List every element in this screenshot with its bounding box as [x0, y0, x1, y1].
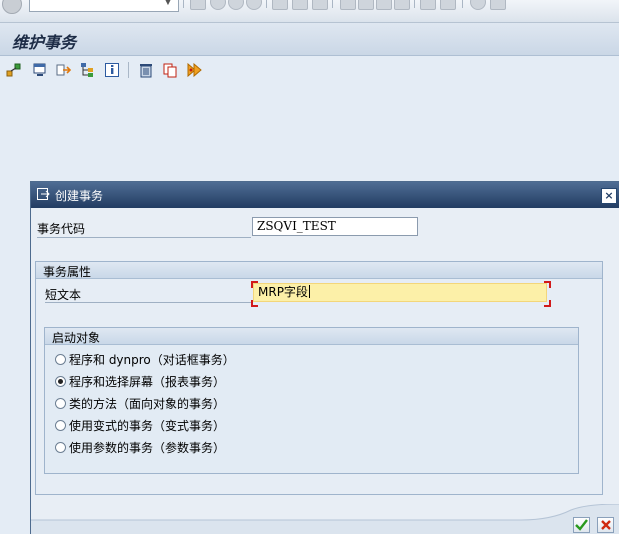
last-page-icon[interactable]: [394, 0, 410, 10]
print-icon[interactable]: [272, 0, 288, 10]
back-icon[interactable]: [210, 0, 226, 10]
delete-icon[interactable]: [138, 62, 154, 78]
other-object-icon[interactable]: [6, 62, 22, 78]
radio-button[interactable]: [55, 441, 66, 453]
radio-label: 程序和 dynpro（对话框事务）: [69, 352, 235, 367]
label-underline: [45, 302, 252, 303]
confirm-icon: [575, 519, 588, 531]
toolbar-separator: [332, 0, 333, 8]
dialog-header: 创建事务 ×: [31, 182, 619, 208]
dialog-footer-decoration: [31, 504, 619, 534]
required-marker: [544, 281, 551, 288]
previous-page-icon[interactable]: [358, 0, 374, 10]
cancel-button[interactable]: [597, 517, 614, 533]
layout-icon[interactable]: [490, 0, 506, 10]
start-object-group: 启动对象 程序和 dynpro（对话框事务） 程序和选择屏幕（报表事务） 类的方…: [44, 327, 579, 474]
cancel-icon: [600, 520, 611, 530]
text-caret: [308, 285, 310, 298]
short-text-field[interactable]: MRP字段: [253, 283, 547, 302]
radio-label: 程序和选择屏幕（报表事务）: [69, 374, 226, 389]
find-icon[interactable]: [292, 0, 308, 10]
radio-option-dialog-transaction[interactable]: 程序和 dynpro（对话框事务）: [55, 350, 235, 368]
cancel-icon[interactable]: [246, 0, 262, 10]
new-session-icon[interactable]: [420, 0, 436, 10]
find-next-icon[interactable]: [312, 0, 328, 10]
application-toolbar: [0, 56, 619, 86]
attributes-group-header: 事务属性: [36, 262, 602, 279]
toolbar-separator: [414, 0, 415, 8]
display-change-icon[interactable]: [32, 62, 48, 78]
help-icon[interactable]: [470, 0, 486, 10]
required-marker: [544, 300, 551, 307]
radio-button-selected[interactable]: [55, 375, 66, 387]
radio-option-variant-transaction[interactable]: 使用变式的事务（变式事务）: [55, 416, 225, 434]
radio-button[interactable]: [55, 419, 66, 431]
command-dropdown-icon[interactable]: ▼: [160, 0, 176, 9]
toolbar-separator: [266, 0, 267, 8]
radio-label: 使用参数的事务（参数事务）: [69, 440, 226, 455]
close-icon[interactable]: ×: [601, 188, 617, 204]
save-icon[interactable]: [190, 0, 206, 10]
dialog-window-icon: [37, 188, 50, 200]
title-bar: 维护事务: [0, 23, 619, 56]
hierarchy-icon[interactable]: [80, 62, 96, 78]
test-icon[interactable]: [186, 62, 202, 78]
radio-option-oo-transaction[interactable]: 类的方法（面向对象的事务）: [55, 394, 225, 412]
info-icon[interactable]: [104, 62, 120, 78]
tcode-label: 事务代码: [37, 222, 86, 236]
radio-button[interactable]: [55, 397, 66, 409]
toolbar-separator: [128, 62, 129, 78]
radio-option-report-transaction[interactable]: 程序和选择屏幕（报表事务）: [55, 372, 225, 390]
ok-icon[interactable]: [2, 0, 22, 14]
radio-label: 类的方法（面向对象的事务）: [69, 396, 226, 411]
short-text-label: 短文本: [45, 288, 82, 302]
exit-icon[interactable]: [228, 0, 244, 10]
first-page-icon[interactable]: [340, 0, 356, 10]
copy-icon[interactable]: [162, 62, 178, 78]
label-underline: [37, 237, 251, 238]
attributes-group-title: 事务属性: [43, 265, 92, 279]
where-used-icon[interactable]: [56, 62, 72, 78]
required-marker: [251, 281, 258, 288]
confirm-button[interactable]: [573, 517, 590, 533]
start-object-group-header: 启动对象: [45, 328, 578, 345]
start-object-group-title: 启动对象: [52, 331, 101, 345]
next-page-icon[interactable]: [376, 0, 392, 10]
dialog-title: 创建事务: [55, 189, 104, 203]
shortcut-icon[interactable]: [440, 0, 456, 10]
radio-button[interactable]: [55, 353, 66, 365]
create-transaction-dialog: 创建事务 × 事务代码 ZSQVI_TEST 事务属性 短文本 MRP字段 启动…: [30, 181, 619, 534]
attributes-group: 事务属性 短文本 MRP字段 启动对象 程序和 dynpro（对话框事务） 程序…: [35, 261, 603, 495]
toolbar-separator: [183, 0, 184, 8]
page-title: 维护事务: [12, 33, 77, 52]
system-toolbar: ▼: [0, 0, 619, 23]
radio-option-parameter-transaction[interactable]: 使用参数的事务（参数事务）: [55, 438, 225, 456]
command-field[interactable]: [29, 0, 179, 12]
toolbar-separator: [462, 0, 463, 8]
tcode-field[interactable]: ZSQVI_TEST: [252, 217, 418, 236]
radio-label: 使用变式的事务（变式事务）: [69, 418, 226, 433]
required-marker: [251, 300, 258, 307]
